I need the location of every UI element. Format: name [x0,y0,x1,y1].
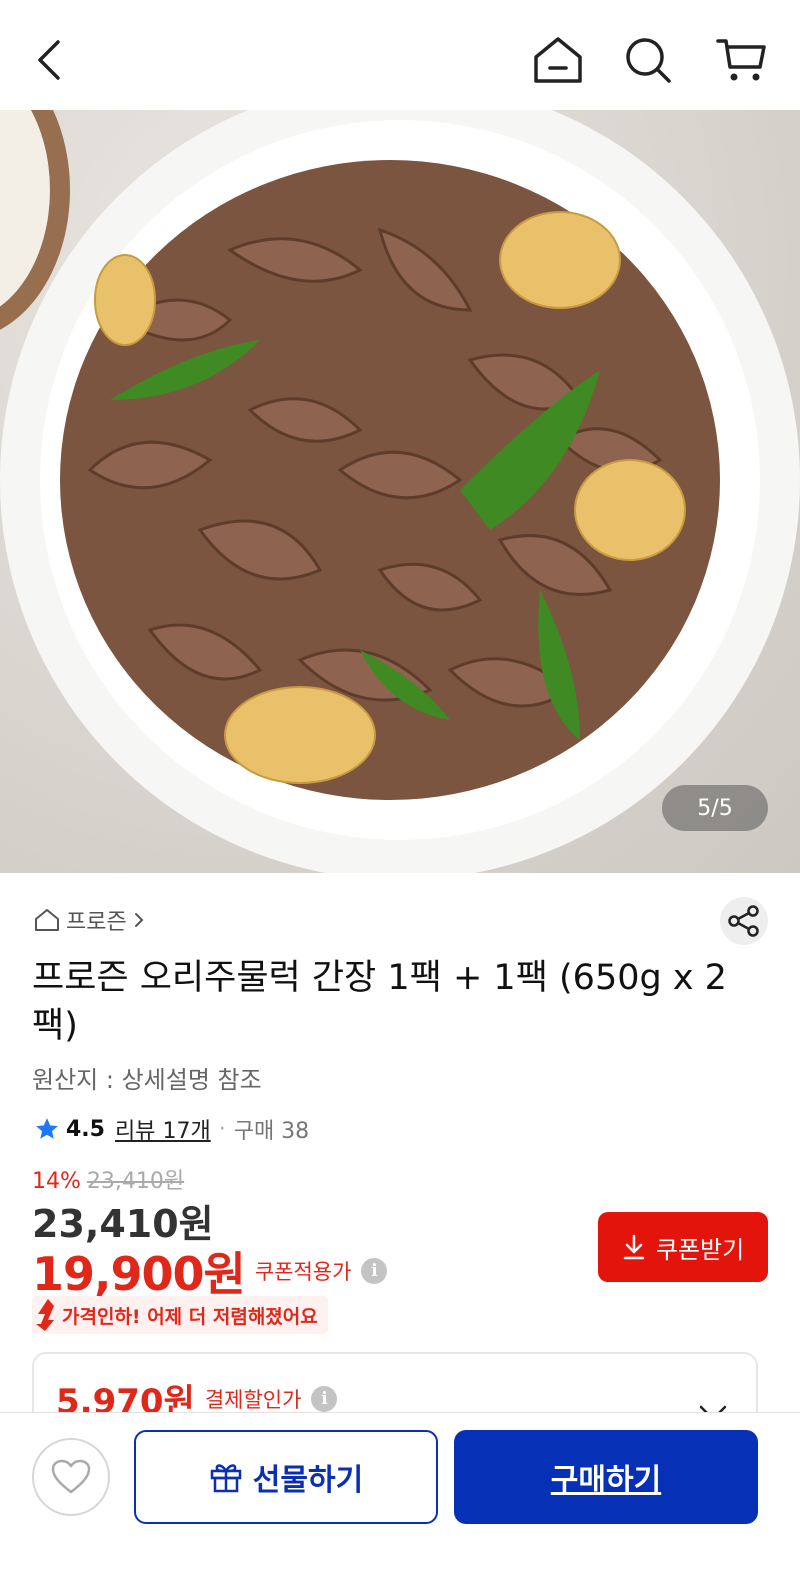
buy-now-button[interactable]: 구매하기 [454,1430,758,1524]
original-price: 23,410원 [86,1169,185,1194]
get-coupon-button[interactable]: 쿠폰받기 [598,1212,768,1282]
rating-summary: 4.5 리뷰 17개 · 구매 38 [34,1113,309,1145]
price-drop-message: 가격인하! 어제 더 저렴해졌어요 [62,1305,318,1328]
price-down-arrow-icon [36,1299,54,1331]
info-icon[interactable]: i [361,1258,388,1284]
rating-score: 4.5 [66,1116,105,1142]
gift-icon [210,1464,242,1493]
cart-icon [716,39,766,81]
search-icon [626,38,671,83]
breadcrumb-category[interactable]: 프로즌 [66,904,127,936]
heart-icon [51,1459,91,1494]
share-icon [728,905,759,937]
gift-button[interactable]: 선물하기 [134,1430,438,1524]
top-nav-bar [0,0,800,110]
back-button[interactable] [20,30,80,90]
gift-label: 선물하기 [252,1464,364,1497]
product-image[interactable]: 5/5 [0,110,800,873]
separator-dot: · [218,1116,226,1142]
food-plate-illustration [0,110,800,873]
discount-percent: 14% [32,1169,81,1194]
home-outline-icon [35,909,59,931]
info-icon[interactable]: i [311,1385,338,1412]
price-drop-banner: 가격인하! 어제 더 저렴해졌어요 [32,1296,328,1334]
purchase-count: 구매 38 [233,1119,310,1144]
image-counter: 5/5 [662,785,768,831]
product-origin: 원산지 : 상세설명 참조 [32,1066,262,1094]
product-title: 프로즌 오리주물럭 간장 1팩 + 1팩 (650g x 2팩) [32,958,727,1046]
coupon-price-row: 19,900원 쿠폰적용가 i [32,1238,388,1304]
share-button[interactable] [720,897,768,945]
breadcrumb[interactable]: 프로즌 [34,904,145,936]
coupon-price-label: 쿠폰적용가 [254,1260,352,1284]
review-count-link[interactable]: 리뷰 17개 [115,1113,211,1145]
home-button[interactable] [528,30,588,90]
get-coupon-label: 쿠폰받기 [655,1236,745,1264]
home-icon [534,37,582,83]
star-icon [36,1118,58,1139]
search-button[interactable] [618,30,678,90]
download-icon [623,1234,645,1260]
chevron-left-icon [38,40,60,80]
bottom-action-bar: 선물하기 구매하기 [0,1412,800,1591]
pay-discount-label: 결제할인가 [204,1387,302,1412]
discount-row: 14% 23,410원 [32,1163,184,1195]
coupon-price: 19,900원 [32,1247,246,1301]
cart-button[interactable] [712,30,772,90]
wishlist-button[interactable] [32,1438,110,1516]
chevron-right-icon [134,913,144,927]
